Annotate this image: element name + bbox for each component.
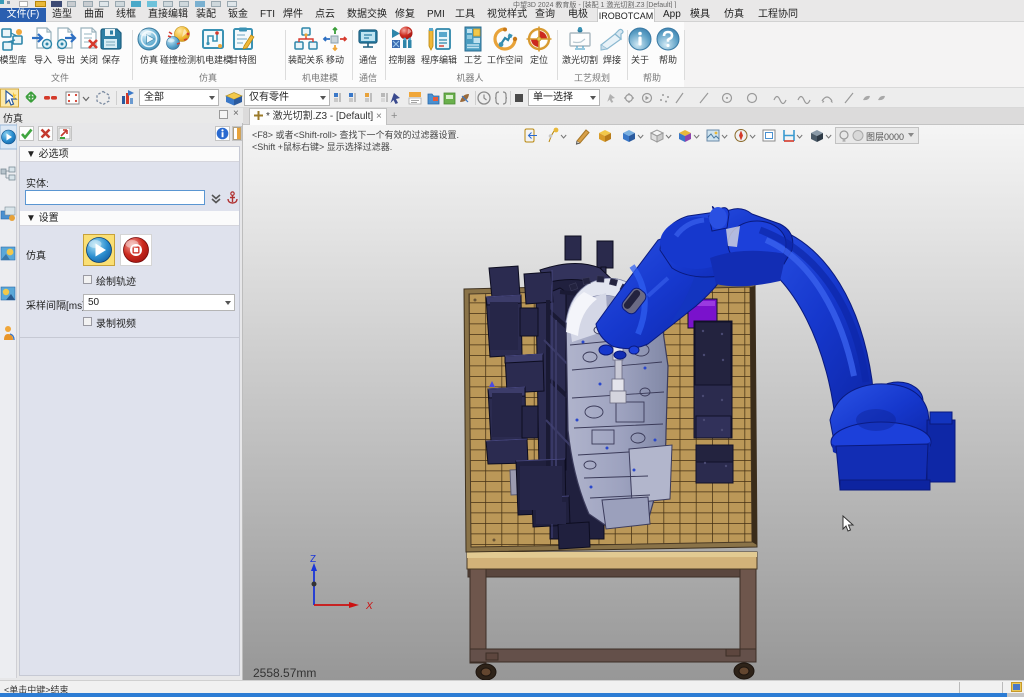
svg-text:Z: Z: [310, 554, 316, 565]
svg-text:X: X: [365, 601, 373, 612]
